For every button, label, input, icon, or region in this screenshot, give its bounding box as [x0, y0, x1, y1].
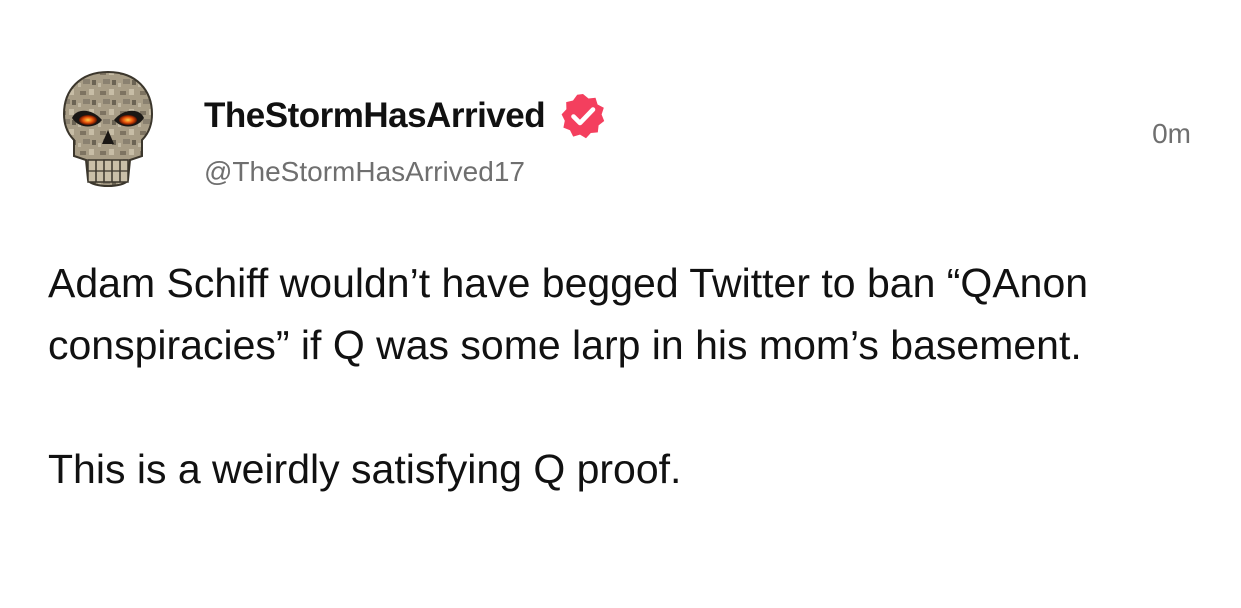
post-card: TheStormHasArrived @TheStormHasArrived17… — [0, 0, 1241, 608]
post-paragraph: Adam Schiff wouldn’t have begged Twitter… — [48, 260, 1089, 368]
post-paragraph: This is a weirdly satisfying Q proof. — [48, 446, 682, 492]
post-body: Adam Schiff wouldn’t have begged Twitter… — [48, 252, 1198, 500]
avatar[interactable] — [58, 68, 158, 194]
post-timestamp: 0m — [1152, 118, 1191, 149]
skull-avatar-icon — [62, 70, 154, 187]
author-handle[interactable]: @TheStormHasArrived17 — [204, 156, 525, 188]
verified-badge-icon — [559, 92, 607, 140]
author-display-name[interactable]: TheStormHasArrived — [204, 96, 546, 136]
author-name-row: TheStormHasArrived — [204, 92, 607, 140]
